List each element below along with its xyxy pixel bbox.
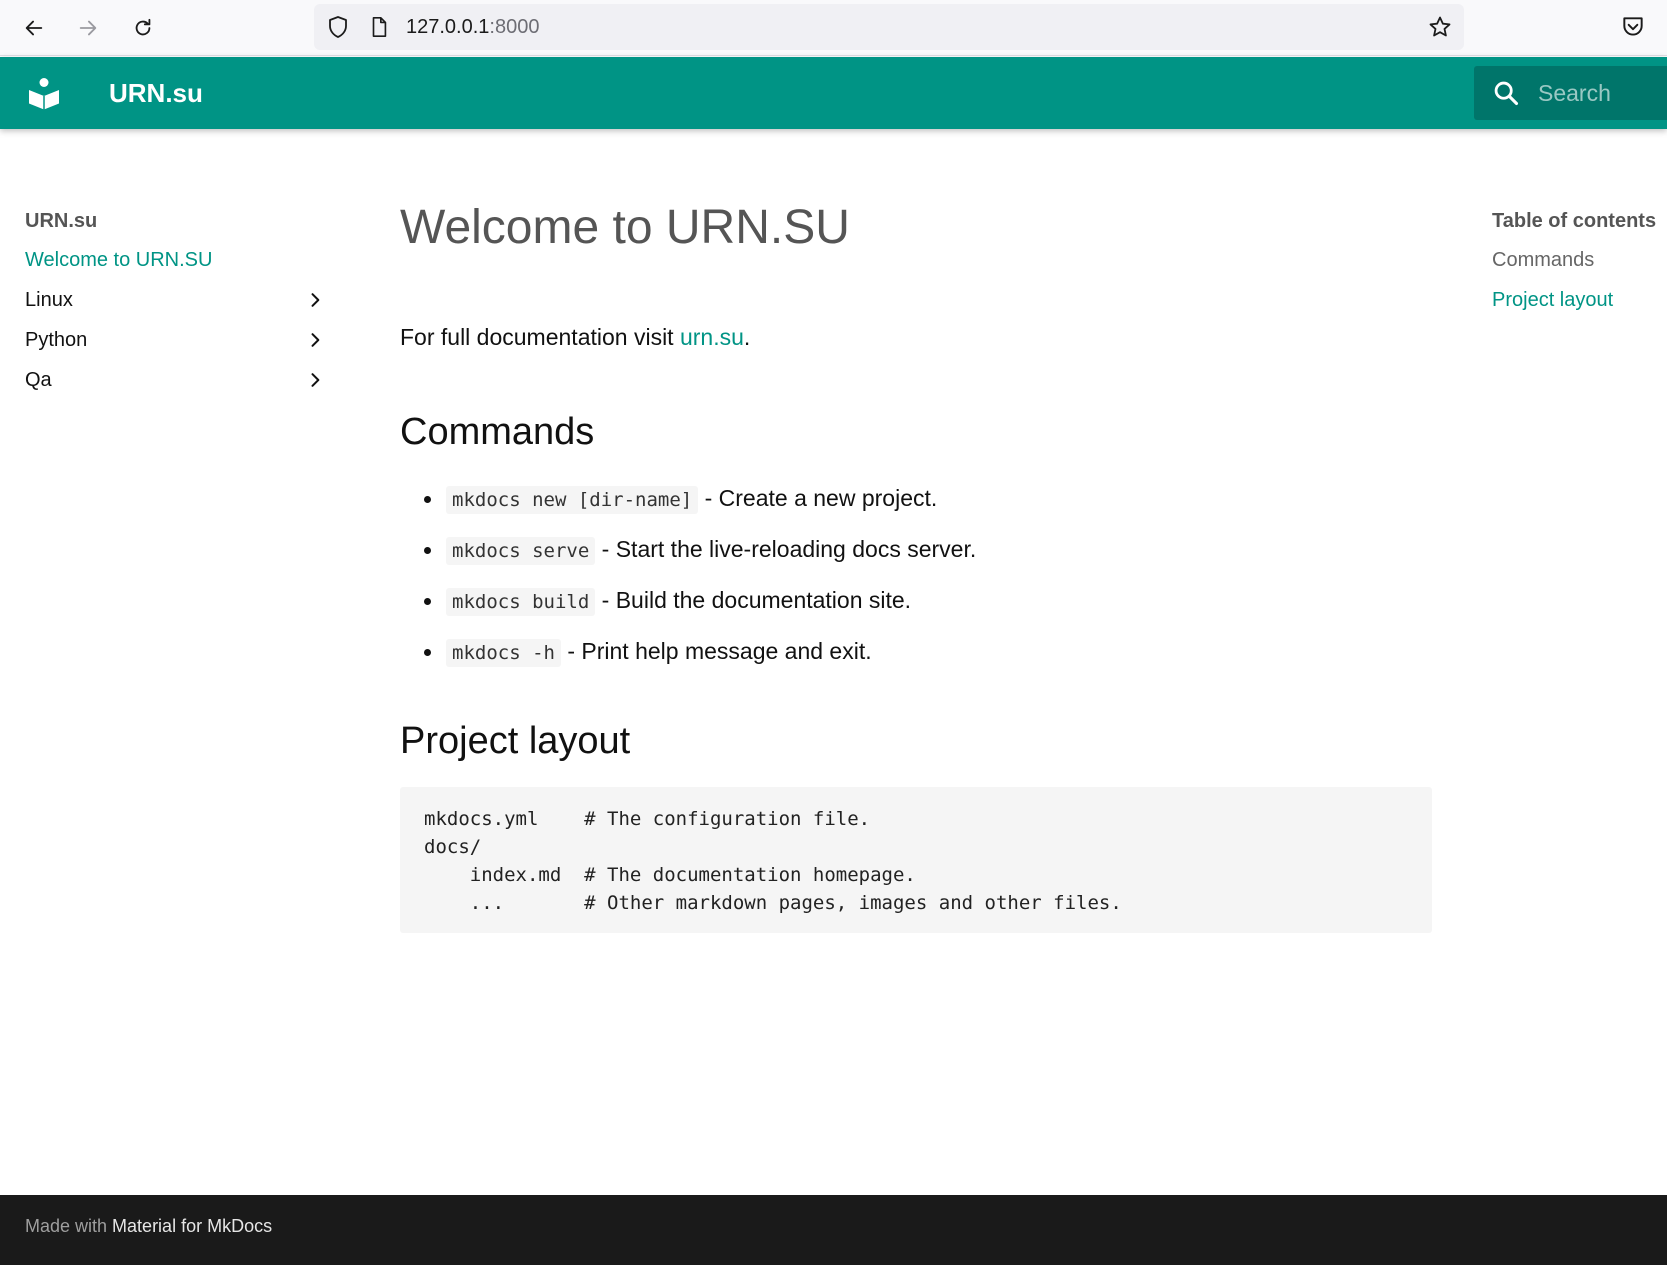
back-button[interactable]: [16, 10, 52, 46]
command-description: - Print help message and exit.: [560, 638, 872, 664]
command-description: - Start the live-reloading docs server.: [595, 536, 977, 562]
code-line: ... # Other markdown pages, images and o…: [424, 892, 1122, 914]
sidebar-item-label: Linux: [25, 289, 73, 311]
list-item: mkdocs -h - Print help message and exit.: [400, 631, 1432, 682]
command-code: mkdocs -h: [446, 639, 561, 667]
site-title[interactable]: URN.su: [109, 78, 203, 109]
list-item: mkdocs new [dir-name] - Create a new pro…: [400, 478, 1432, 529]
forward-button[interactable]: [70, 10, 106, 46]
project-layout-heading: Project layout: [400, 720, 631, 762]
reload-button[interactable]: [125, 10, 161, 46]
footer-text: Made with Material for MkDocs: [25, 1216, 272, 1237]
footer-link[interactable]: Material for MkDocs: [112, 1216, 272, 1236]
pocket-icon[interactable]: [1620, 14, 1646, 40]
page-icon: [372, 17, 387, 37]
sidebar-item-linux[interactable]: Linux: [25, 280, 325, 320]
search-box[interactable]: [1474, 66, 1667, 120]
chevron-right-icon: [311, 293, 320, 307]
search-icon: [1494, 81, 1519, 106]
commands-heading: Commands: [400, 411, 595, 453]
toc-item-commands[interactable]: Commands: [1492, 240, 1667, 280]
intro-text: For full documentation visit: [400, 324, 680, 350]
code-block: mkdocs.yml # The configuration file. doc…: [400, 787, 1432, 933]
intro-paragraph: For full documentation visit urn.su.: [400, 324, 1432, 351]
commands-list: mkdocs new [dir-name] - Create a new pro…: [400, 478, 1432, 682]
star-icon[interactable]: [1428, 15, 1452, 39]
forward-arrow-icon: [79, 20, 97, 36]
sidebar-item-qa[interactable]: Qa: [25, 360, 325, 400]
command-description: - Create a new project.: [698, 485, 938, 511]
url-bar[interactable]: 127.0.0.1:8000: [314, 4, 1464, 50]
toc-title: Table of contents: [1492, 210, 1657, 232]
command-description: - Build the documentation site.: [595, 587, 912, 613]
logo-icon[interactable]: [26, 75, 62, 111]
url-text[interactable]: 127.0.0.1:8000: [406, 16, 539, 39]
intro-suffix: .: [743, 324, 751, 350]
sidebar-item-python[interactable]: Python: [25, 320, 325, 360]
command-code: mkdocs build: [446, 588, 596, 616]
sidebar-item-label: Python: [25, 329, 88, 351]
chevron-right-icon: [311, 373, 320, 387]
toc-item-project-layout[interactable]: Project layout: [1492, 280, 1667, 320]
browser-toolbar: 127.0.0.1:8000: [0, 0, 1667, 56]
footer-prefix: Made with: [25, 1216, 113, 1236]
docs-link[interactable]: urn.su: [680, 324, 744, 350]
main-content: Welcome to URN.SU For full documentation…: [400, 200, 1432, 933]
sidebar-item-label: Qa: [25, 369, 52, 391]
list-item: mkdocs build - Build the documentation s…: [400, 580, 1432, 631]
table-of-contents: Table of contents Commands Project layou…: [1492, 210, 1667, 320]
chevron-right-icon: [311, 333, 320, 347]
url-host: 127.0.0.1: [406, 16, 490, 38]
sidebar-item-welcome[interactable]: Welcome to URN.SU: [25, 240, 325, 280]
sidebar-nav: URN.su Welcome to URN.SU Linux Python Qa: [25, 210, 325, 400]
page-title: Welcome to URN.SU: [400, 201, 850, 254]
code-line: docs/: [424, 836, 482, 858]
sidebar-item-label: Welcome to URN.SU: [25, 249, 213, 271]
list-item: mkdocs serve - Start the live-reloading …: [400, 529, 1432, 580]
reload-icon: [135, 18, 151, 36]
sidebar-title: URN.su: [25, 210, 98, 232]
command-code: mkdocs serve: [446, 537, 596, 565]
back-arrow-icon: [25, 20, 43, 36]
shield-icon[interactable]: [326, 15, 350, 39]
site-header: URN.su: [0, 57, 1667, 129]
search-input[interactable]: [1538, 76, 1658, 110]
code-line: mkdocs.yml # The configuration file.: [424, 808, 871, 830]
command-code: mkdocs new [dir-name]: [446, 486, 699, 514]
site-footer: Made with Material for MkDocs: [0, 1195, 1667, 1265]
code-line: index.md # The documentation homepage.: [424, 864, 916, 886]
url-port: :8000: [489, 16, 540, 38]
